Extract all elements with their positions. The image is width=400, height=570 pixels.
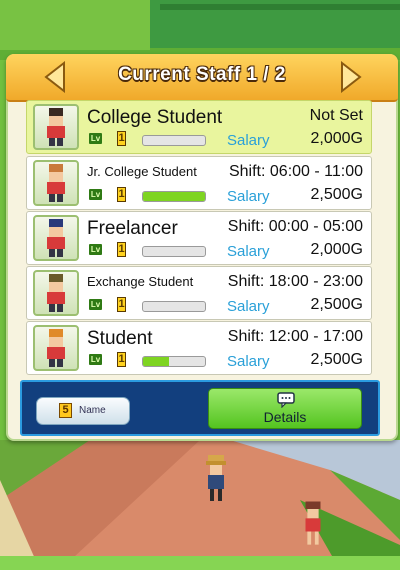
salary-amount: 2,500G [310,351,363,368]
salary-label: Salary [227,132,270,149]
staff-shift: Not Set [309,107,363,124]
level-value: 1 [117,131,126,146]
salary-amount: 2,500G [310,296,363,313]
staff-avatar-icon [47,219,65,257]
action-bar: 5 Name Details [20,380,380,436]
level-icon: Lv [89,244,102,255]
staff-shift: Shift: 12:00 - 17:00 [227,328,363,345]
level-value: 1 [117,352,126,367]
sort-by-name-button[interactable]: 5 Name [36,397,130,425]
staff-portrait [33,325,79,371]
experience-bar [142,356,206,367]
speech-bubble-icon [277,392,295,408]
salary-label: Salary [227,243,270,260]
staff-name: Jr. College Student [87,164,197,179]
salary-label: Salary [227,188,270,205]
salary-amount: 2,000G [310,241,363,258]
background-character [206,455,226,501]
sort-label: Name [79,405,106,416]
experience-bar [142,135,206,146]
staff-name: College Student [87,107,223,128]
experience-bar [142,301,206,312]
salary-label: Salary [227,298,270,315]
staff-portrait [33,270,79,316]
staff-name: Exchange Student [87,274,194,289]
staff-name: Student [87,328,153,349]
level-value: 1 [117,187,126,202]
salary-label: Salary [227,353,270,370]
level-icon: Lv [89,354,102,365]
staff-portrait [33,160,79,206]
staff-row[interactable]: Exchange Student Shift: 18:00 - 23:00 Lv… [26,266,372,320]
staff-avatar-icon [47,329,65,367]
staff-avatar-icon [47,274,65,312]
staff-shift: Shift: 00:00 - 05:00 [227,218,363,235]
staff-row[interactable]: College Student Not Set Lv 1 Salary 2,00… [26,100,372,154]
level-icon: Lv [89,299,102,310]
level-icon: Lv [89,189,102,200]
experience-bar-fill [143,192,205,201]
experience-bar [142,191,206,202]
salary-amount: 2,000G [310,130,363,147]
staff-portrait [33,104,79,150]
staff-row[interactable]: Student Shift: 12:00 - 17:00 Lv 1 Salary… [26,321,372,375]
details-label: Details [263,409,307,425]
panel-header: Current Staff 1 / 2 [6,54,398,102]
sort-order-badge: 5 [59,403,72,418]
background-character [305,501,321,545]
salary-amount: 2,500G [310,186,363,203]
staff-avatar-icon [47,108,65,146]
level-icon: Lv [89,133,102,144]
staff-shift: Shift: 18:00 - 23:00 [227,273,363,290]
next-page-arrow-icon[interactable] [340,61,362,93]
level-value: 1 [117,297,126,312]
staff-portrait [33,215,79,261]
staff-name: Freelancer [87,218,178,239]
experience-bar-fill [143,357,170,366]
details-button[interactable]: Details [208,388,362,429]
staff-list: College Student Not Set Lv 1 Salary 2,00… [26,100,372,376]
staff-row[interactable]: Jr. College Student Shift: 06:00 - 11:00… [26,156,372,210]
staff-row[interactable]: Freelancer Shift: 00:00 - 05:00 Lv 1 Sal… [26,211,372,265]
level-value: 1 [117,242,126,257]
staff-shift: Shift: 06:00 - 11:00 [228,163,363,180]
experience-bar [142,246,206,257]
staff-avatar-icon [47,164,65,202]
